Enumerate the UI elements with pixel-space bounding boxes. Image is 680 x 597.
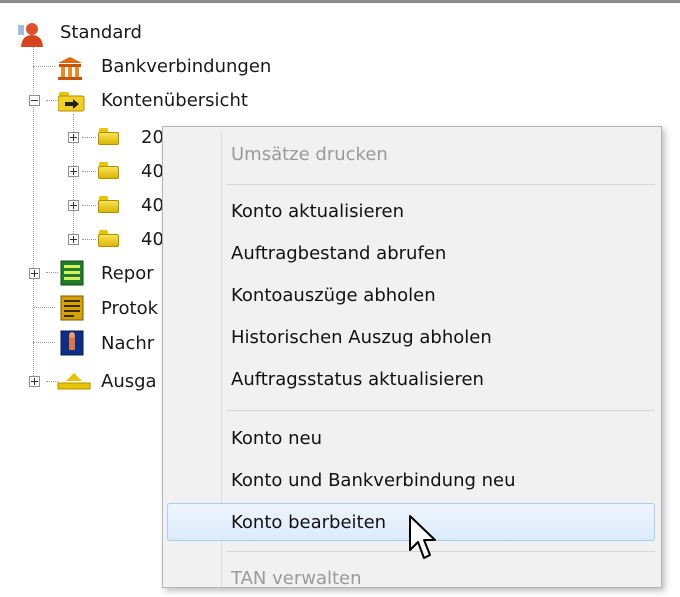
tree-node-account-2[interactable]: 40 [0, 157, 180, 185]
tree-node-label: 40 [141, 160, 164, 182]
tree-node-messages[interactable]: Nachr [0, 329, 180, 357]
menu-item-update-order-status[interactable]: Auftragsstatus aktualisieren [167, 360, 655, 398]
tree-node-label: Protok [101, 297, 159, 319]
menu-item-historical-statement[interactable]: Historischen Auszug abholen [167, 318, 655, 356]
menu-item-label: Konto neu [231, 427, 323, 449]
menu-item-label: Kontoauszüge abholen [231, 284, 436, 306]
tree-node-label: 40 [141, 228, 164, 250]
tree-node-outbox[interactable]: Ausga [0, 367, 180, 395]
menu-item-manage-tan[interactable]: TAN verwalten [167, 559, 655, 597]
expand-icon[interactable] [68, 234, 79, 245]
folder-icon [98, 194, 120, 214]
menu-separator [227, 551, 655, 552]
menu-item-label: Historischen Auszug abholen [231, 326, 492, 348]
expand-icon[interactable] [68, 132, 79, 143]
menu-item-fetch-orders[interactable]: Auftragbestand abrufen [167, 234, 655, 272]
tree-node-label: 20 [141, 126, 164, 148]
tree-node-label: Nachr [101, 332, 155, 354]
expand-icon[interactable] [29, 376, 40, 387]
menu-item-refresh-account[interactable]: Konto aktualisieren [167, 192, 655, 230]
message-icon [60, 330, 84, 356]
tree-node-label: 40 [141, 194, 164, 216]
menu-item-new-account[interactable]: Konto neu [167, 419, 655, 457]
collapse-icon[interactable] [29, 95, 40, 106]
expand-icon[interactable] [68, 166, 79, 177]
tree-node-label: Bankverbindungen [101, 55, 272, 77]
folder-arrow-icon [58, 92, 85, 112]
tree-node-bankverbindungen[interactable]: Bankverbindungen [0, 52, 320, 80]
menu-item-label: Auftragbestand abrufen [231, 242, 447, 264]
folder-icon [98, 228, 120, 248]
report-icon [60, 260, 84, 286]
menu-separator [227, 184, 655, 185]
menu-item-fetch-statements[interactable]: Kontoauszüge abholen [167, 276, 655, 314]
tree-node-account-4[interactable]: 40 [0, 225, 180, 253]
tree-node-kontenuebersicht[interactable]: Kontenübersicht [0, 86, 320, 114]
menu-item-print-transactions[interactable]: Umsätze drucken [167, 135, 655, 173]
menu-separator [227, 410, 655, 411]
menu-item-label: Konto aktualisieren [231, 200, 405, 222]
tree-node-standard[interactable]: Standard [0, 18, 200, 47]
menu-item-new-account-and-bank[interactable]: Konto und Bankverbindung neu [167, 461, 655, 499]
tree-node-protocol[interactable]: Protok [0, 294, 180, 322]
tree-node-label: Kontenübersicht [101, 89, 248, 111]
menu-item-label: Umsätze drucken [231, 143, 388, 165]
menu-item-label: TAN verwalten [231, 567, 362, 589]
tree-node-reports[interactable]: Repor [0, 259, 180, 287]
menu-item-label: Konto bearbeiten [231, 511, 387, 533]
tree-node-label: Standard [60, 21, 142, 43]
tree-node-account-1[interactable]: 20 [0, 123, 180, 151]
menu-item-label: Konto und Bankverbindung neu [231, 469, 516, 491]
folder-icon [98, 160, 120, 180]
tree-node-account-3[interactable]: 40 [0, 191, 180, 219]
protocol-icon [60, 295, 84, 321]
menu-item-label: Auftragsstatus aktualisieren [231, 368, 484, 390]
bank-icon [58, 57, 82, 80]
tree-node-label: Ausga [101, 370, 157, 392]
folder-icon [98, 126, 120, 146]
expand-icon[interactable] [68, 200, 79, 211]
mouse-cursor-icon [409, 515, 436, 559]
expand-icon[interactable] [29, 268, 40, 279]
outbox-icon [57, 373, 91, 390]
person-icon [18, 23, 43, 47]
tree-node-label: Repor [101, 262, 154, 284]
